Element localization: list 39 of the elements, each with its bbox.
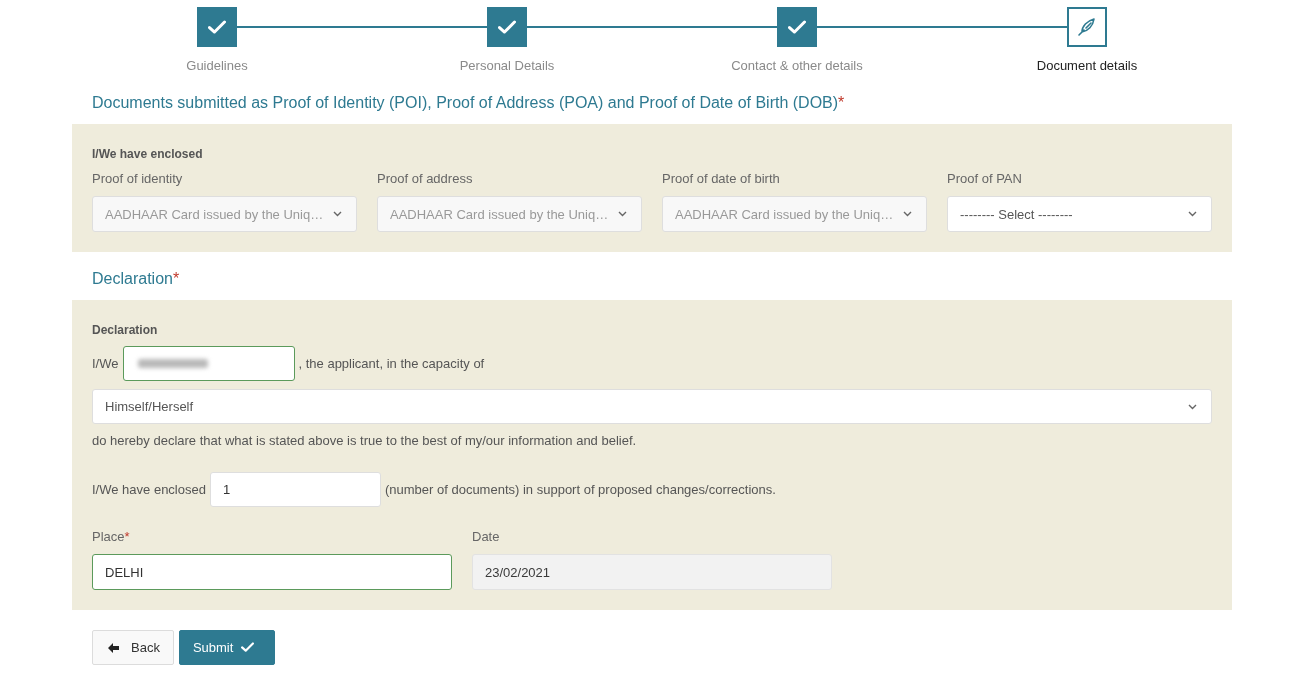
place-input[interactable]: DELHI — [92, 554, 452, 590]
field-text: (number of documents) in support of proposed changes/corrections. — [384, 481, 776, 498]
dropdown[interactable]: -------- Select -------- — [947, 196, 1212, 232]
chevron-down-icon — [1188, 211, 1197, 217]
field-label: Proof of address — [377, 171, 474, 187]
field-label: Place — [92, 529, 125, 545]
field-label: Proof of PAN — [947, 171, 1023, 187]
chevron-down-icon — [618, 211, 627, 217]
chevron-down-icon — [1188, 403, 1197, 410]
field-text: I/We — [92, 355, 119, 372]
check-icon — [241, 642, 255, 653]
chevron-down-icon — [903, 211, 912, 217]
required-mark: * — [124, 529, 130, 545]
check-icon — [788, 20, 806, 34]
step-label[interactable]: Contact & other details — [731, 58, 863, 74]
check-icon — [208, 20, 226, 34]
feather-icon — [1077, 17, 1097, 37]
section-title: Declaration — [92, 270, 173, 287]
field-text: I/We have enclosed — [92, 481, 206, 498]
name-input[interactable] — [122, 346, 295, 381]
dropdown[interactable]: Himself/Herself — [92, 389, 1212, 424]
group-label: Declaration — [92, 322, 159, 338]
submit-button[interactable]: Submit — [178, 630, 276, 665]
step-label[interactable]: Guidelines — [186, 58, 248, 74]
field-label: Proof of identity — [92, 171, 184, 187]
group-label: I/We have enclosed — [92, 146, 204, 162]
arrow-left-icon — [108, 642, 119, 653]
chevron-down-icon — [333, 211, 342, 217]
section-title: Documents submitted as Proof of Identity (POI), Proof of Address (POA) and Proof of Date of Birth (DOB) — [92, 94, 839, 111]
field-text: , the applicant, in the capacity of — [298, 355, 485, 372]
check-icon — [498, 20, 516, 34]
field-label: Date — [472, 529, 500, 545]
required-mark: * — [172, 270, 180, 287]
field-label: Proof of date of birth — [662, 171, 781, 187]
declaration-text: do hereby declare that what is stated above is true to the best of my/our information and belief. — [92, 433, 638, 449]
back-button[interactable]: Back — [92, 630, 174, 665]
count-input[interactable]: 1 — [209, 472, 381, 507]
step-label[interactable]: Document details — [1036, 58, 1138, 74]
required-mark: * — [838, 94, 845, 111]
